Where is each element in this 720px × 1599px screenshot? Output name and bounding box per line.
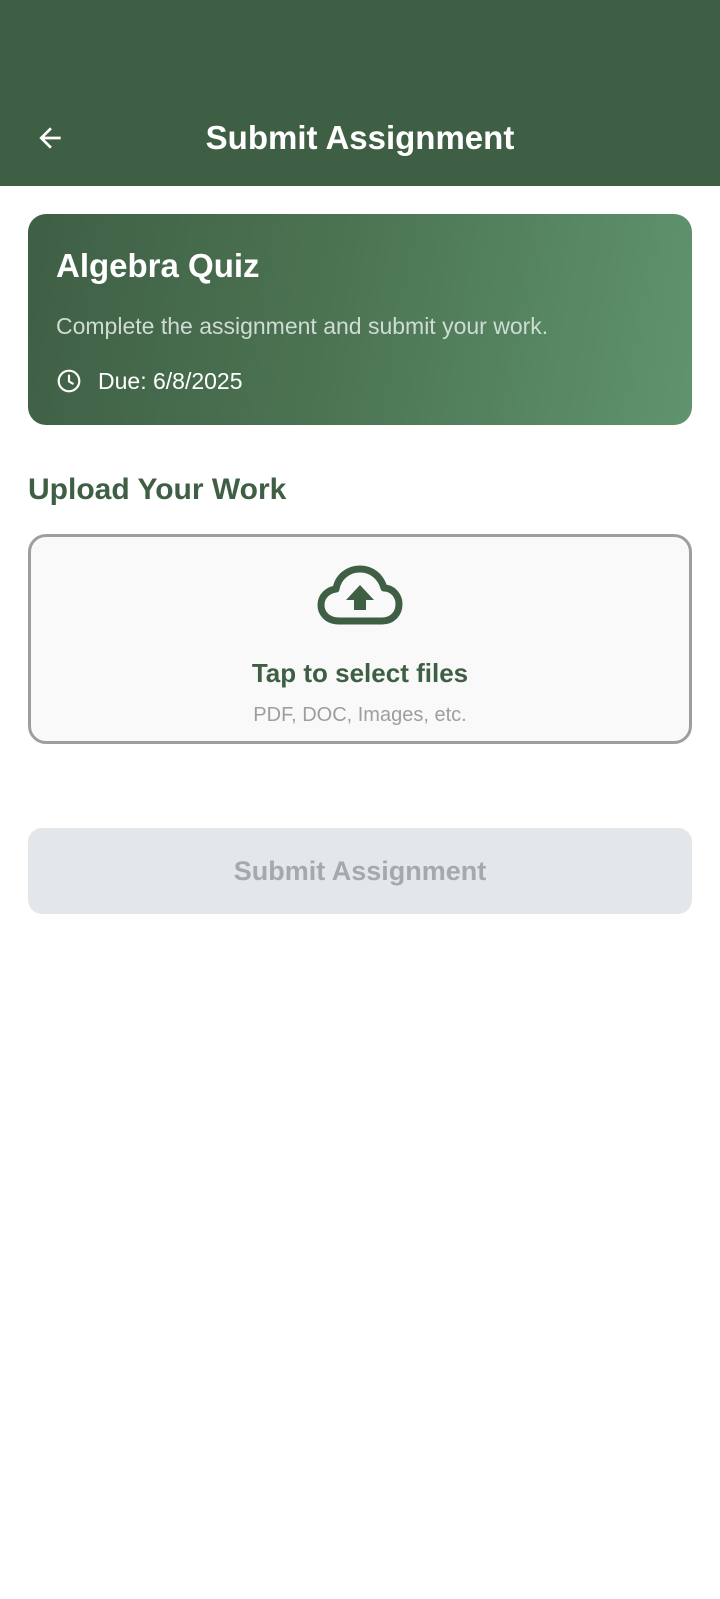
- page-title: Submit Assignment: [205, 119, 515, 156]
- due-date-row: Due: 6/8/2025: [56, 365, 243, 397]
- clock-icon: [56, 368, 82, 394]
- due-date-label: Due: 6/8/2025: [98, 368, 243, 394]
- app-bar: Submit Assignment: [0, 0, 720, 186]
- cloud-upload-icon: [317, 565, 403, 625]
- assignment-description: Complete the assignment and submit your …: [56, 313, 549, 339]
- submit-assignment-button[interactable]: Submit Assignment: [28, 828, 692, 914]
- upload-file-types-hint: PDF, DOC, Images, etc.: [253, 704, 467, 726]
- assignment-card: Algebra Quiz Complete the assignment and…: [28, 214, 692, 425]
- assignment-title: Algebra Quiz: [56, 247, 260, 284]
- upload-prompt: Tap to select files: [251, 658, 469, 688]
- upload-section-heading: Upload Your Work: [28, 473, 287, 506]
- file-upload-dropzone[interactable]: Tap to select files PDF, DOC, Images, et…: [28, 534, 692, 744]
